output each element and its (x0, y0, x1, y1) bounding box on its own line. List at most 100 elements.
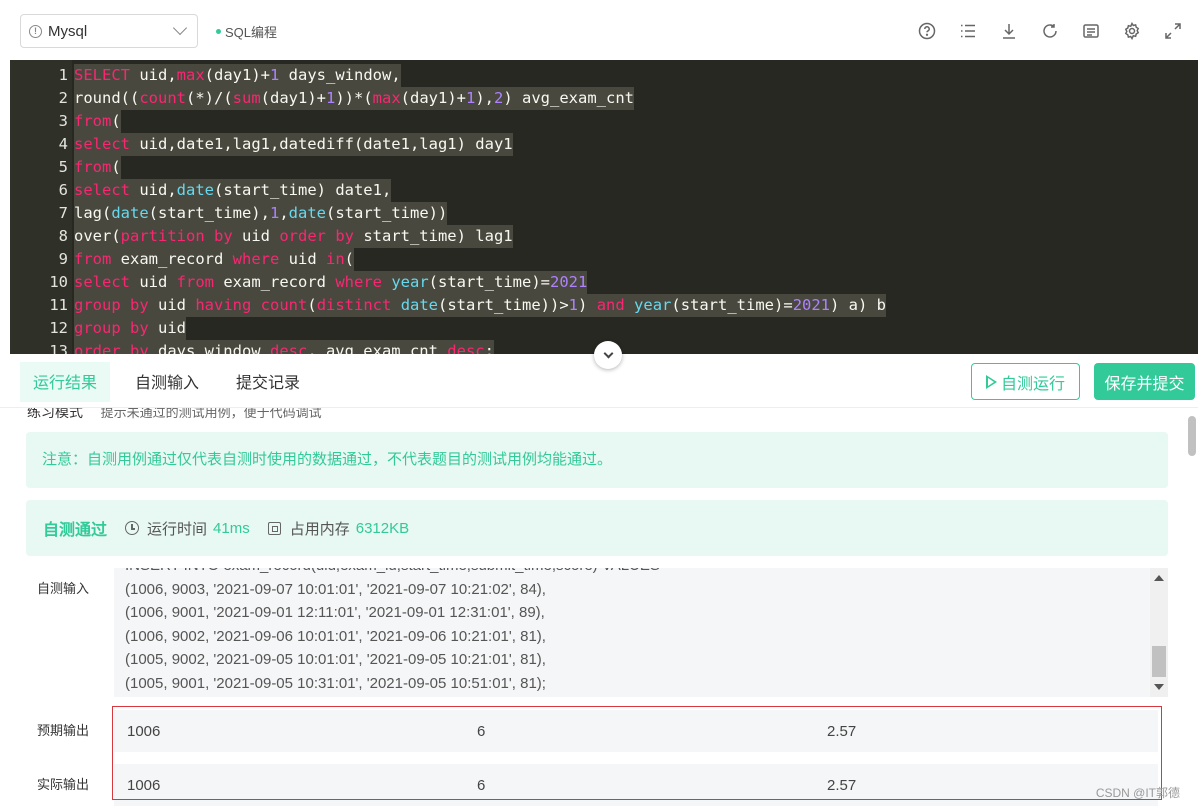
code-line[interactable]: 4 select uid,date1,lag1,datediff(date1,la… (10, 133, 1198, 156)
self-test-input-box[interactable]: (1005, 9001, '2021-09-05 10:31:01', '202… (114, 568, 1168, 697)
code-token: over( (74, 227, 121, 245)
page-scrollbar[interactable] (1186, 408, 1198, 809)
code-line[interactable]: 5 from( (10, 156, 1198, 179)
self-test-run-button[interactable]: 自测运行 (971, 363, 1080, 400)
code-text: from( (74, 156, 121, 179)
line-number: 9 (58, 250, 68, 268)
test-status-box: 自测通过 运行时间 41ms 占用内存 6312KB (26, 500, 1168, 556)
toolbar-icons (916, 20, 1184, 42)
help-icon[interactable] (916, 20, 938, 42)
code-token: , avg_exam_cnt (307, 342, 448, 354)
code-line[interactable]: 9 from exam_record where uid in( (10, 248, 1198, 271)
code-line[interactable]: 7 lag(date(start_time),1,date(start_time)… (10, 202, 1198, 225)
code-line[interactable]: 3 from( (10, 110, 1198, 133)
code-token: uid (232, 227, 280, 245)
code-token: sum (232, 89, 261, 107)
code-token: days_window (148, 342, 270, 354)
code-line[interactable]: 12 group by uid (10, 317, 1198, 340)
code-token: ) avg_exam_cnt (503, 89, 635, 107)
code-text: group by uid (74, 317, 186, 340)
code-text: from( (74, 110, 121, 133)
run-time-value: 41ms (213, 519, 250, 537)
run-time: 运行时间 41ms (125, 518, 250, 539)
expected-output-row: 1006 6 2.57 (114, 710, 1158, 752)
run-time-label: 运行时间 (147, 520, 208, 538)
code-token: order by (279, 227, 354, 245)
code-token: year (634, 296, 672, 314)
tab-submit-history[interactable]: 提交记录 (236, 369, 300, 393)
line-number: 2 (58, 89, 68, 107)
code-token: SELECT (74, 66, 130, 84)
code-token: count (139, 89, 186, 107)
line-number: 3 (58, 112, 68, 130)
result-panel: 练习模式 提示未通过的测试用例，便于代码调试 注意：自测用例通过仅代表自测时使用… (10, 408, 1186, 809)
code-token: days_window, (279, 66, 401, 84)
code-token: ) a) b (830, 296, 887, 314)
code-line[interactable]: 8 over(partition by uid order by start_ti… (10, 225, 1198, 248)
code-token: ) (578, 296, 597, 314)
code-text: select uid,date(start_time) date1, (74, 179, 392, 202)
code-line[interactable]: 6 select uid,date(start_time) date1, (10, 179, 1198, 202)
fullscreen-icon[interactable] (1162, 20, 1184, 42)
code-token: (day1)+ (260, 89, 326, 107)
code-line[interactable]: 1 SELECT uid,max(day1)+1 days_window, (10, 64, 1198, 87)
code-line[interactable]: 10 select uid from exam_record where year… (10, 271, 1198, 294)
status-dot (216, 29, 221, 34)
database-select[interactable]: ! Mysql (20, 14, 198, 48)
page-scroll-thumb[interactable] (1188, 416, 1196, 456)
code-token: 2021 (550, 273, 588, 291)
code-line[interactable]: 2 round((count(*)/(sum(day1)+1))*(max(day… (10, 87, 1198, 110)
refresh-icon[interactable] (1039, 20, 1061, 42)
code-token: ), (475, 89, 495, 107)
code-text: select uid from exam_record where year(s… (74, 271, 588, 294)
code-text: over(partition by uid order by start_tim… (74, 225, 513, 248)
mode-tag-label: SQL编程 (225, 25, 278, 40)
input-line: (1005, 9001, '2021-09-05 10:31:01', '202… (125, 674, 546, 692)
gear-icon[interactable] (1121, 20, 1143, 42)
code-token: 2021 (792, 296, 831, 314)
tab-custom-input[interactable]: 自测输入 (135, 369, 199, 393)
line-number: 10 (49, 273, 68, 291)
code-token: order by (74, 342, 149, 354)
input-line: (1006, 9002, '2021-09-06 10:01:01', '202… (125, 627, 546, 645)
self-test-run-label: 自测运行 (1000, 375, 1065, 393)
input-scrollbar[interactable] (1150, 568, 1168, 697)
actual-output-col3: 2.57 (827, 777, 857, 794)
expected-output-col1: 1006 (127, 723, 161, 740)
code-token: ( (111, 158, 121, 176)
code-token: (start_time), (148, 204, 270, 222)
tab-run-result[interactable]: 运行结果 (33, 369, 97, 393)
scroll-up-icon[interactable] (1154, 575, 1164, 581)
database-select-value: Mysql (48, 22, 88, 40)
code-line[interactable]: 11 group by uid having count(distinct dat… (10, 294, 1198, 317)
editor-toolbar: ! Mysql SQL编程 (0, 0, 1198, 60)
save-submit-button[interactable]: 保存并提交 (1094, 363, 1195, 400)
download-icon[interactable] (998, 20, 1020, 42)
chip-icon (267, 521, 281, 535)
code-token: distinct (316, 296, 392, 314)
scroll-down-icon[interactable] (1154, 684, 1164, 690)
code-token: group by (74, 319, 149, 337)
code-token: (start_time))> (438, 296, 569, 314)
notice-banner: 注意：自测用例通过仅代表自测时使用的数据通过，不代表题目的测试用例均能通过。 (26, 432, 1168, 488)
code-text: lag(date(start_time),1,date(start_time)) (74, 202, 448, 225)
line-number: 4 (58, 135, 68, 153)
code-token: having (195, 296, 252, 314)
scroll-thumb[interactable] (1152, 646, 1166, 677)
mode-tag: SQL编程 (216, 22, 277, 41)
input-line: (1006, 9003, '2021-09-07 10:01:01', '202… (125, 580, 546, 598)
code-editor[interactable]: 1 SELECT uid,max(day1)+1 days_window, 2 rou… (10, 60, 1198, 354)
code-token: uid (130, 273, 177, 291)
code-text: group by uid having count(distinct date(… (74, 294, 887, 317)
line-number: 6 (58, 181, 68, 199)
watermark: CSDN @IT郭德 (1095, 786, 1180, 800)
code-token: select (74, 181, 130, 199)
expected-output-col2: 6 (477, 723, 486, 740)
list-icon[interactable] (957, 20, 979, 42)
code-token: desc (269, 342, 308, 354)
keyboard-icon[interactable] (1080, 20, 1102, 42)
collapse-editor-button[interactable] (594, 341, 622, 369)
code-token: from (74, 112, 112, 130)
app-root: ! Mysql SQL编程 1 SELECT uid,max(day1)+1 d… (0, 0, 1198, 809)
